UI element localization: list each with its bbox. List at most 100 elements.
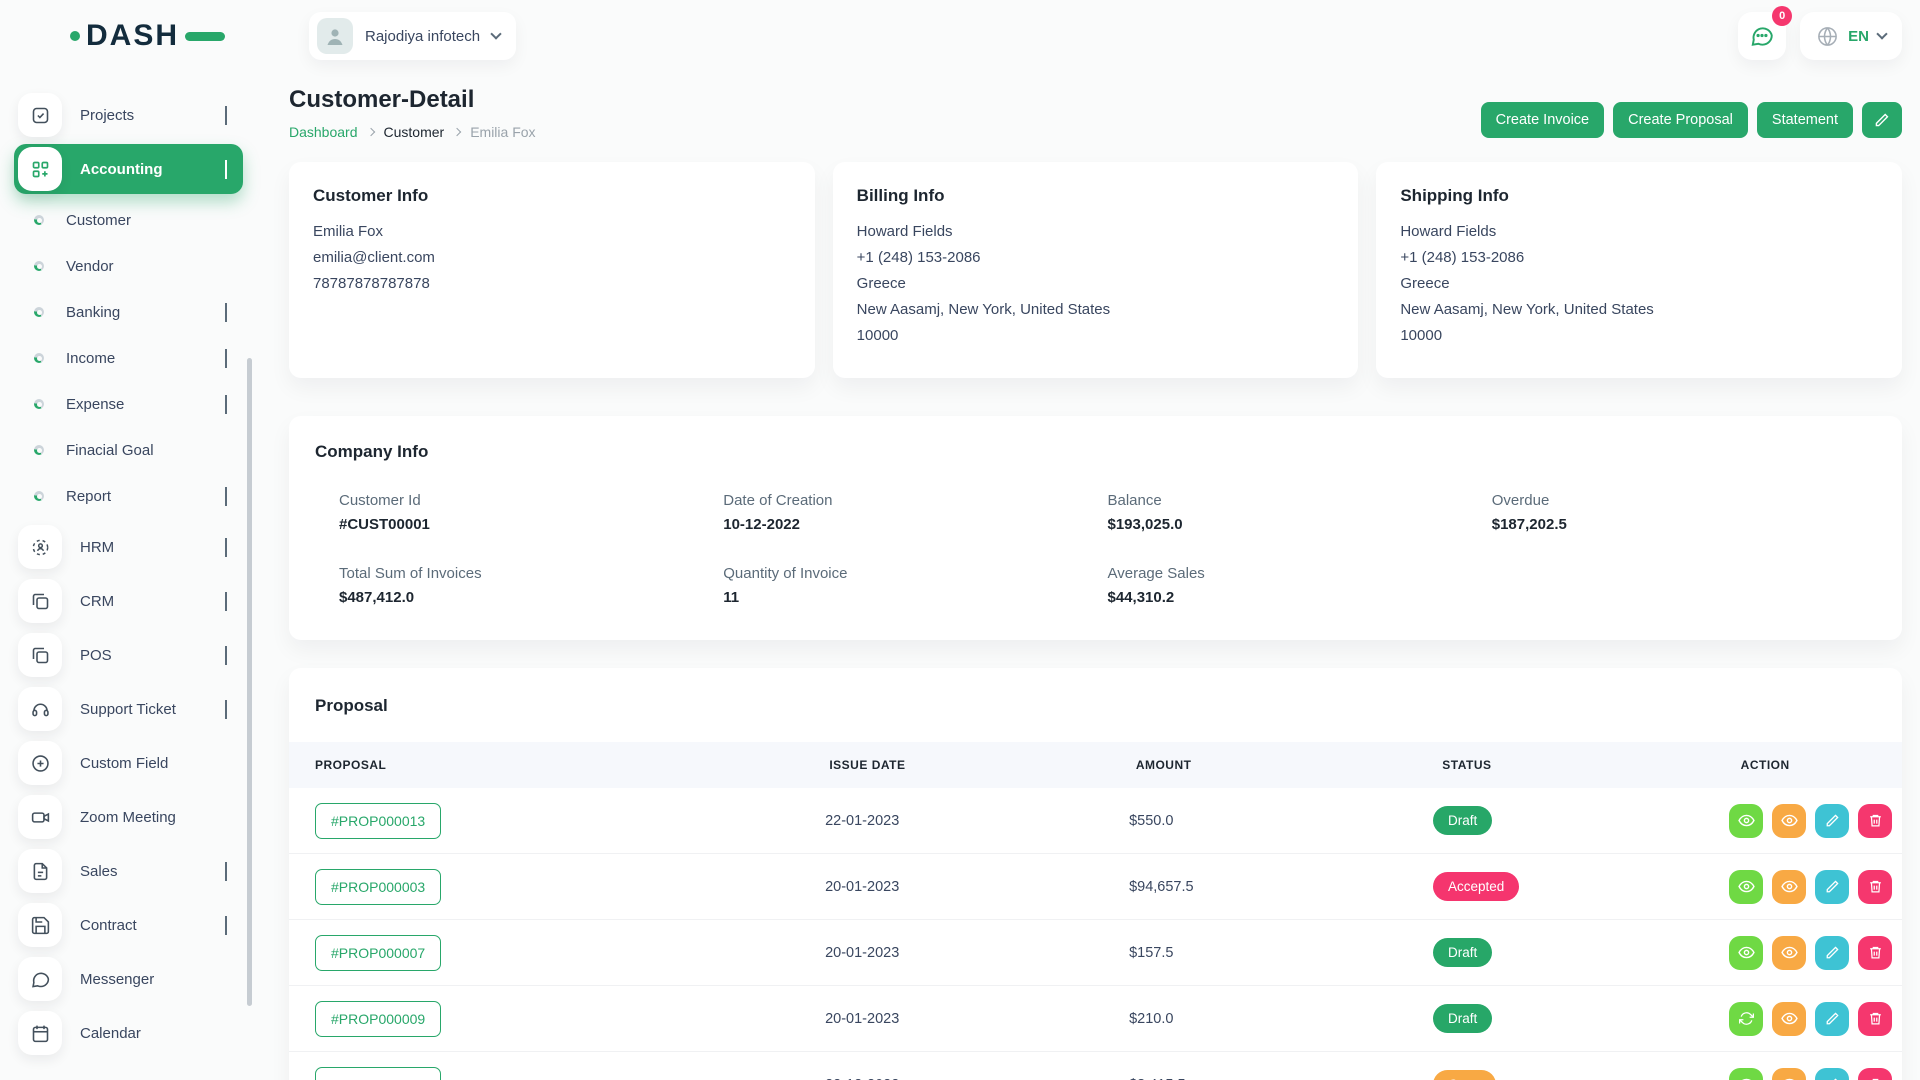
eye-icon [1738, 812, 1755, 829]
preview-button[interactable] [1772, 1002, 1806, 1036]
sidebar-scrollbar[interactable] [247, 358, 252, 1006]
sidebar-item-accounting[interactable]: Accounting [14, 144, 243, 194]
sidebar-subitem-income[interactable]: Income [14, 336, 243, 380]
sidebar-item-zoom-meeting[interactable]: Zoom Meeting [14, 792, 243, 842]
shipping-info-card: Shipping Info Howard Fields +1 (248) 153… [1376, 162, 1902, 378]
eye-icon [1781, 1010, 1798, 1027]
sidebar-item-sales[interactable]: Sales [14, 846, 243, 896]
sidebar-item-crm[interactable]: CRM [14, 576, 243, 626]
delete-button[interactable] [1858, 1002, 1892, 1036]
eye-icon [1781, 812, 1798, 829]
globe-icon [1816, 25, 1839, 48]
sidebar-item-label: Calendar [80, 1025, 141, 1042]
sidebar-item-support-ticket[interactable]: Support Ticket [14, 684, 243, 734]
view-button[interactable] [1729, 804, 1763, 838]
field-quantity-of-invoice: Quantity of Invoice 11 [723, 565, 1107, 606]
customer-name: Emilia Fox [313, 220, 791, 244]
view-button[interactable] [1729, 870, 1763, 904]
delete-button[interactable] [1858, 804, 1892, 838]
sidebar-subitem-expense[interactable]: Expense [14, 382, 243, 426]
preview-button[interactable] [1772, 936, 1806, 970]
shipping-zip: 10000 [1400, 324, 1878, 348]
copy-icon [18, 579, 62, 623]
trash-icon [1868, 945, 1883, 960]
page-title: Customer-Detail [289, 86, 536, 114]
sidebar-item-label: HRM [80, 539, 114, 556]
issue-date: 22-12-2022 [825, 1077, 1129, 1080]
preview-button[interactable] [1772, 870, 1806, 904]
sidebar-item-projects[interactable]: Projects [14, 90, 243, 140]
status-badge: Draft [1433, 1004, 1492, 1033]
eye-icon [1738, 1076, 1755, 1080]
preview-button[interactable] [1772, 804, 1806, 838]
proposal-card: Proposal PROPOSAL ISSUE DATE AMOUNT STAT… [289, 668, 1902, 1080]
proposal-id-link[interactable]: #PROP000013 [315, 803, 441, 839]
pencil-icon [1825, 879, 1840, 894]
bullet-icon [34, 307, 44, 317]
plus-circle-icon [18, 741, 62, 785]
breadcrumb-customer[interactable]: Customer [384, 124, 445, 140]
sidebar-subitem-label: Income [66, 350, 115, 367]
workspace-switcher[interactable]: Rajodiya infotech [309, 12, 516, 60]
field-customer-id: Customer Id #CUST00001 [339, 492, 723, 533]
convert-button[interactable] [1729, 1002, 1763, 1036]
table-row: #PROP000003 20-01-2023 $94,657.5 Accepte… [289, 854, 1902, 920]
language-selector[interactable]: EN [1800, 12, 1902, 60]
chevron-right-icon [225, 395, 227, 414]
table-row: #PROP000004 22-12-2022 $3,415.5 Open [289, 1052, 1902, 1080]
edit-button[interactable] [1815, 870, 1849, 904]
preview-button[interactable] [1772, 1068, 1806, 1080]
edit-customer-button[interactable] [1862, 102, 1902, 138]
sidebar-item-label: Sales [80, 863, 118, 880]
table-row: #PROP000007 20-01-2023 $157.5 Draft [289, 920, 1902, 986]
sidebar-subitem-label: Report [66, 488, 111, 505]
edit-button[interactable] [1815, 1002, 1849, 1036]
sidebar-item-hrm[interactable]: HRM [14, 522, 243, 572]
checkbox-icon [18, 93, 62, 137]
sidebar-item-custom-field[interactable]: Custom Field [14, 738, 243, 788]
amount: $94,657.5 [1129, 879, 1433, 895]
sidebar-item-pos[interactable]: POS [14, 630, 243, 680]
edit-button[interactable] [1815, 804, 1849, 838]
chevron-right-icon [225, 592, 227, 611]
sidebar-subitem-banking[interactable]: Banking [14, 290, 243, 334]
status-badge: Draft [1433, 938, 1492, 967]
sidebar-item-label: POS [80, 647, 112, 664]
sidebar-item-label: Accounting [80, 161, 163, 178]
delete-button[interactable] [1858, 936, 1892, 970]
proposal-title: Proposal [289, 696, 1902, 716]
edit-button[interactable] [1815, 1068, 1849, 1080]
card-title: Billing Info [857, 186, 1335, 206]
table-row: #PROP000013 22-01-2023 $550.0 Draft [289, 788, 1902, 854]
create-proposal-button[interactable]: Create Proposal [1613, 102, 1748, 138]
sidebar-subitem-customer[interactable]: Customer [14, 198, 243, 242]
breadcrumb-dashboard[interactable]: Dashboard [289, 124, 358, 140]
view-button[interactable] [1729, 1068, 1763, 1080]
status-badge: Accepted [1433, 872, 1519, 901]
proposal-id-link[interactable]: #PROP000003 [315, 869, 441, 905]
delete-button[interactable] [1858, 1068, 1892, 1080]
create-invoice-button[interactable]: Create Invoice [1481, 102, 1605, 138]
workspace-name: Rajodiya infotech [365, 28, 480, 45]
delete-button[interactable] [1858, 870, 1892, 904]
sidebar-item-contract[interactable]: Contract [14, 900, 243, 950]
card-title: Shipping Info [1400, 186, 1878, 206]
sidebar-item-calendar[interactable]: Calendar [14, 1008, 243, 1058]
proposal-id-link[interactable]: #PROP000007 [315, 935, 441, 971]
statement-button[interactable]: Statement [1757, 102, 1853, 138]
sidebar-subitem-vendor[interactable]: Vendor [14, 244, 243, 288]
field-balance: Balance $193,025.0 [1108, 492, 1492, 533]
column-action: ACTION [1741, 758, 1902, 772]
messages-button[interactable]: 0 [1738, 12, 1786, 60]
sidebar-subitem-finacial-goal[interactable]: Finacial Goal [14, 428, 243, 472]
chevron-down-icon [490, 28, 501, 39]
proposal-id-link[interactable]: #PROP000009 [315, 1001, 441, 1037]
view-button[interactable] [1729, 936, 1763, 970]
edit-button[interactable] [1815, 936, 1849, 970]
sidebar-subitem-report[interactable]: Report [14, 474, 243, 518]
sidebar-item-messenger[interactable]: Messenger [14, 954, 243, 1004]
headset-icon [18, 687, 62, 731]
proposal-id-link[interactable]: #PROP000004 [315, 1067, 441, 1080]
amount: $550.0 [1129, 813, 1433, 829]
eye-icon [1738, 878, 1755, 895]
